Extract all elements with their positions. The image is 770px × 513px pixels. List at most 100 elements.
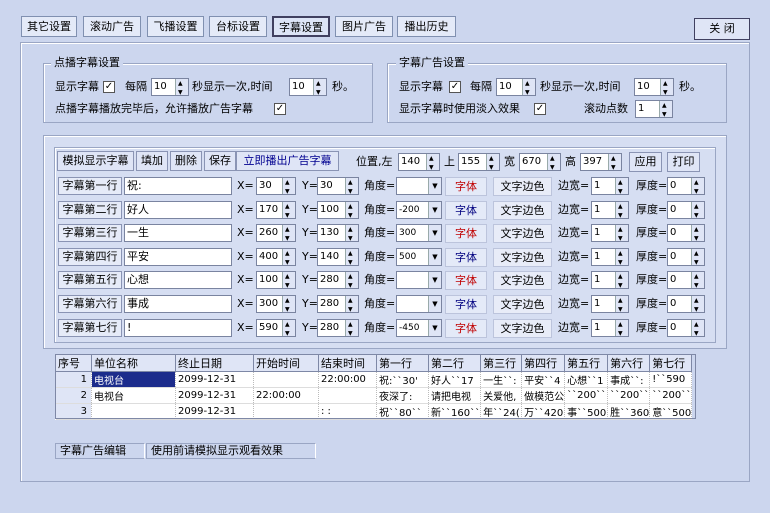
column-header[interactable]: 单位名称 [91,354,176,372]
chevron-down-icon[interactable]: ▼ [428,178,441,194]
spinner-arrows-icon[interactable] [522,76,535,101]
spinner-arrows-icon[interactable] [345,269,358,294]
table-cell[interactable]: ``200`` [564,387,609,404]
table-cell[interactable]: 电视台 [91,371,176,388]
tab-subtitle-settings[interactable]: 字幕设置 [272,16,330,37]
table-cell[interactable]: 电视台 [91,387,176,404]
chevron-down-icon[interactable]: ▼ [428,201,441,218]
table-cell[interactable]: 夜深了: [376,387,429,404]
table-cell[interactable]: 请把电视 [428,387,482,404]
table-cell[interactable]: 事成``: [607,371,651,388]
row-text-input[interactable]: 好人 [124,200,232,219]
table-cell[interactable]: 2099-12-31 [175,403,254,420]
adsub-fade-checkbox[interactable]: ✓ [534,103,546,115]
x-spinner[interactable]: 100 [256,269,296,294]
ondemand-interval-spinner[interactable]: 10 [151,76,189,101]
spinner-arrows-icon[interactable] [345,199,358,224]
font-button[interactable]: 字体 [445,271,487,291]
spinner-arrows-icon[interactable] [615,293,628,318]
width-spinner[interactable]: 670 [519,151,561,176]
row-text-input[interactable]: 一生 [124,224,232,243]
spinner-arrows-icon[interactable] [615,175,628,200]
spinner-arrows-icon[interactable] [691,293,704,318]
add-button[interactable]: 填加 [136,151,168,171]
spinner-arrows-icon[interactable] [345,175,358,200]
edge-width-spinner[interactable]: 1 [591,199,629,224]
spinner-arrows-icon[interactable] [691,222,704,247]
table-cell[interactable]: 心想``1 [564,371,609,388]
table-cell[interactable]: 年``24( [480,403,523,420]
spinner-arrows-icon[interactable] [659,98,672,123]
thickness-spinner[interactable]: 0 [667,317,705,342]
x-spinner[interactable]: 30 [256,175,296,200]
table-cell[interactable]: 胜``360 [607,403,651,420]
table-cell[interactable]: !``590 [649,371,693,388]
spinner-arrows-icon[interactable] [486,151,499,176]
spinner-arrows-icon[interactable] [282,269,295,294]
edge-color-button[interactable]: 文字边色 [493,177,552,196]
spinner-arrows-icon[interactable] [313,76,326,101]
thickness-spinner[interactable]: 0 [667,293,705,318]
spinner-arrows-icon[interactable] [691,269,704,294]
column-header[interactable]: 结束时间 [318,354,377,372]
spinner-arrows-icon[interactable] [282,317,295,342]
spinner-arrows-icon[interactable] [691,175,704,200]
table-cell[interactable] [253,371,319,388]
spinner-arrows-icon[interactable] [615,222,628,247]
row-text-input[interactable]: 平安 [124,247,232,266]
apply-button[interactable]: 应用 [629,152,662,172]
chevron-down-icon[interactable]: ▼ [428,225,441,242]
adsub-scroll-spinner[interactable]: 1 [635,98,673,123]
table-cell[interactable]: 22:00:00 [318,371,377,388]
edge-width-spinner[interactable]: 1 [591,317,629,342]
spinner-arrows-icon[interactable] [691,246,704,271]
x-spinner[interactable]: 590 [256,317,296,342]
table-row[interactable]: 2 电视台 2099-12-31 22:00:00 夜深了: 请把电视 关爱他, 做模范公 ``… [55,387,693,404]
font-button[interactable]: 字体 [445,247,487,267]
table-cell[interactable]: 2 [55,387,92,404]
column-header[interactable]: 第一行 [376,354,429,372]
table-cell[interactable]: 2099-12-31 [175,387,254,404]
table-cell[interactable]: ``200`` [607,387,651,404]
spinner-arrows-icon[interactable] [282,222,295,247]
simulate-button[interactable]: 模拟显示字幕 [57,151,134,171]
x-spinner[interactable]: 400 [256,246,296,271]
angle-select[interactable]: ▼ [396,177,442,195]
chevron-down-icon[interactable]: ▼ [428,248,441,265]
ondemand-allow-checkbox[interactable]: ✓ [274,103,286,115]
table-cell[interactable]: 祝``80`` [376,403,429,420]
column-header[interactable]: 第六行 [607,354,651,372]
edge-width-spinner[interactable]: 1 [591,175,629,200]
edge-color-button[interactable]: 文字边色 [493,200,552,220]
tab-scroll-ads[interactable]: 滚动广告 [83,16,141,37]
play-now-button[interactable]: 立即播出广告字幕 [236,151,339,171]
spinner-arrows-icon[interactable] [345,317,358,342]
spinner-arrows-icon[interactable] [175,76,188,101]
column-header[interactable]: 第七行 [649,354,693,372]
row-text-input[interactable]: 祝: [124,177,232,195]
angle-select[interactable]: -200 ▼ [396,200,442,219]
spinner-arrows-icon[interactable] [282,293,295,318]
table-cell[interactable]: 3 [55,403,92,420]
spinner-arrows-icon[interactable] [691,317,704,342]
spinner-arrows-icon[interactable] [345,293,358,318]
thickness-spinner[interactable]: 0 [667,246,705,271]
chevron-down-icon[interactable]: ▼ [428,319,441,336]
close-button[interactable]: 关 闭 [694,18,750,40]
edge-width-spinner[interactable]: 1 [591,222,629,247]
x-spinner[interactable]: 170 [256,199,296,224]
table-cell[interactable]: 平安``4 [521,371,566,388]
y-spinner[interactable]: 280 [317,317,359,342]
spinner-arrows-icon[interactable] [547,151,560,176]
table-cell[interactable]: 2099-12-31 [175,371,254,388]
table-cell[interactable]: 意``500 [649,403,693,420]
spinner-arrows-icon[interactable] [345,222,358,247]
table-cell[interactable]: 1 [55,371,92,388]
angle-select[interactable]: ▼ [396,295,442,313]
tab-image-ads[interactable]: 图片广告 [335,16,393,37]
edge-color-button[interactable]: 文字边色 [493,318,552,338]
table-cell[interactable]: 一生``: [480,371,523,388]
thickness-spinner[interactable]: 0 [667,269,705,294]
table-cell[interactable]: : : [318,403,377,420]
adsub-interval-spinner[interactable]: 10 [496,76,536,101]
